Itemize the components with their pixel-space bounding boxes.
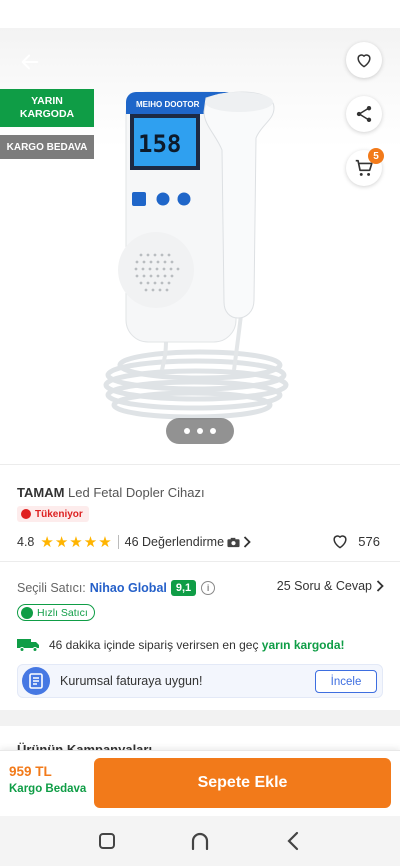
corporate-invoice-text: Kurumsal faturaya uygun!	[60, 674, 203, 688]
product-name: Led Fetal Dopler Cihazı	[68, 485, 205, 500]
recents-button[interactable]	[91, 825, 123, 857]
share-icon	[356, 106, 372, 122]
pagination-dot[interactable]	[210, 428, 216, 434]
heart-outline-icon	[357, 54, 371, 68]
favorite-button[interactable]	[346, 42, 382, 78]
info-icon[interactable]: i	[201, 581, 216, 595]
ribbon-line-2: KARGODA	[19, 108, 75, 120]
status-strip	[0, 0, 400, 28]
cart-count-badge: 5	[368, 148, 384, 164]
ribbon-line-1: YARIN	[31, 95, 63, 107]
system-back-button[interactable]	[277, 825, 309, 857]
rating-score: 4.8	[17, 535, 35, 549]
star-icon: ★	[98, 533, 112, 551]
truck-icon	[17, 639, 39, 652]
qa-link-label: 25 Soru & Cevap	[276, 579, 372, 593]
recents-icon	[98, 833, 115, 849]
seller-label: Seçili Satıcı:	[17, 581, 86, 595]
camera-icon	[227, 537, 240, 547]
delivery-estimate: 46 dakika içinde sipariş verirsen en geç…	[17, 635, 345, 655]
price: 959 TL	[9, 764, 52, 779]
corporate-invoice-banner: Kurumsal faturaya uygun! İncele	[17, 664, 383, 698]
chevron-left-icon	[287, 831, 299, 851]
star-icon: ★	[69, 533, 83, 551]
chevron-right-icon	[376, 580, 384, 592]
device-screen-value: 158	[138, 130, 181, 158]
review-button[interactable]: İncele	[315, 670, 377, 693]
share-button[interactable]	[346, 96, 382, 132]
buy-bar: 959 TL Kargo Bedava Sepete Ekle	[0, 750, 400, 816]
fast-seller-badge: Hızlı Satıcı	[17, 604, 95, 621]
add-to-cart-button[interactable]: Sepete Ekle	[94, 758, 391, 808]
back-button[interactable]	[14, 46, 46, 78]
star-icon: ★	[54, 533, 69, 551]
star-icon: ★	[40, 533, 54, 551]
cart-button[interactable]: 5	[346, 148, 384, 186]
clock-icon	[21, 509, 31, 519]
delivery-text: 46 dakika içinde sipariş verirsen en geç	[49, 638, 259, 652]
next-day-delivery-ribbon: YARIN KARGODA	[0, 89, 94, 127]
product-gallery[interactable]: 5 YARIN KARGODA KARGO BEDAVA MEIHO DOOTOR	[0, 28, 400, 456]
delivery-highlight: yarın kargoda!	[261, 638, 345, 652]
section-spacer	[0, 710, 400, 726]
invoice-icon	[22, 667, 50, 695]
favorite-count[interactable]: 576	[330, 531, 380, 551]
seller-row[interactable]: Seçili Satıcı: Nihao Global 9,1 i	[17, 577, 216, 599]
free-shipping-ribbon: KARGO BEDAVA	[0, 135, 94, 159]
product-detail-page: 5 YARIN KARGODA KARGO BEDAVA MEIHO DOOTOR	[0, 0, 400, 866]
gallery-pagination[interactable]	[166, 418, 234, 444]
home-icon	[191, 832, 209, 850]
reviews-count: 46 Değerlendirme	[124, 535, 225, 549]
pagination-dot[interactable]	[184, 428, 190, 434]
rating-row[interactable]: 4.8 ★ ★ ★ ★ ★ 46 Değerlendirme	[17, 532, 251, 552]
heart-outline-icon	[333, 535, 347, 549]
svg-text:MEIHO DOOTOR: MEIHO DOOTOR	[136, 100, 200, 109]
rocket-icon	[21, 606, 33, 619]
reviews-link[interactable]: 46 Değerlendirme	[125, 535, 251, 549]
chevron-right-icon	[243, 536, 251, 548]
separator	[117, 535, 119, 549]
seller-name[interactable]: Nihao Global	[90, 581, 167, 595]
divider	[0, 561, 400, 562]
product-brand[interactable]: TAMAM	[17, 485, 64, 500]
star-icon: ★	[83, 533, 98, 551]
rating-stars: ★ ★ ★ ★ ★	[40, 535, 111, 550]
stock-badge: Tükeniyor	[17, 506, 89, 522]
qa-link[interactable]: 25 Soru & Cevap	[277, 579, 384, 593]
stock-badge-label: Tükeniyor	[35, 508, 83, 520]
home-button[interactable]	[184, 825, 216, 857]
pagination-dot[interactable]	[197, 428, 203, 434]
product-info: TAMAM Led Fetal Dopler Cihazı Tükeniyor …	[0, 464, 400, 710]
arrow-left-icon	[21, 54, 39, 70]
product-image: MEIHO DOOTOR 158	[103, 91, 289, 420]
seller-score: 9,1	[170, 580, 197, 596]
favorite-count-value: 576	[358, 533, 380, 549]
free-shipping-label: Kargo Bedava	[9, 783, 87, 795]
fast-seller-label: Hızlı Satıcı	[37, 606, 88, 619]
product-title: TAMAM Led Fetal Dopler Cihazı	[17, 485, 205, 500]
system-nav-bar	[0, 816, 400, 866]
